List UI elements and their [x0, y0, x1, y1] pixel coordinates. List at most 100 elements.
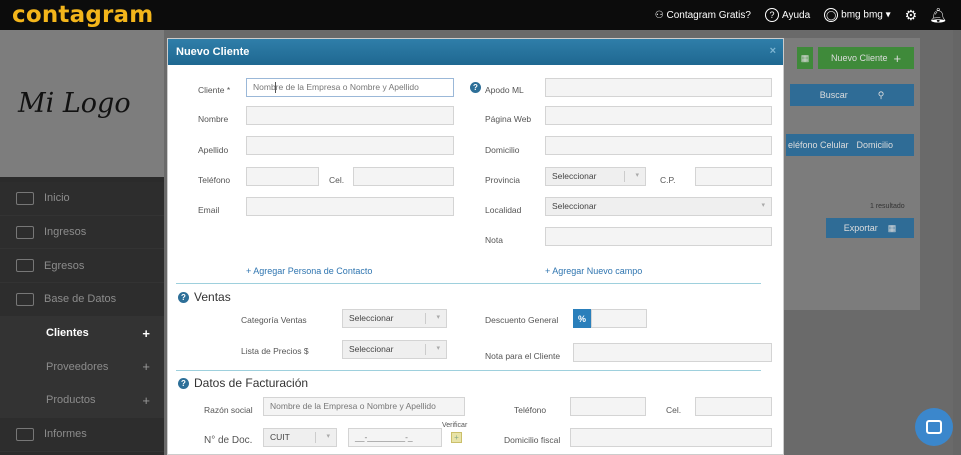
gear-icon[interactable]: ⚙ [905, 7, 918, 24]
add-contact-link[interactable]: + Agregar Persona de Contacto [246, 266, 372, 276]
nav-inicio[interactable]: Inicio [0, 182, 164, 216]
fact-cel-label: Cel. [666, 405, 682, 415]
nota-label: Nota [485, 235, 503, 245]
verificar-label: Verificar [442, 422, 468, 429]
doc-type-select[interactable]: CUIT ▾ [263, 428, 337, 447]
nav-egresos[interactable]: Egresos [0, 249, 164, 284]
domicilio-input[interactable] [545, 136, 772, 155]
bell-icon[interactable]: 🔔︎ [929, 7, 947, 24]
expense-icon [16, 259, 34, 273]
pagina-label: Página Web [485, 114, 532, 124]
pagina-input[interactable] [545, 106, 772, 125]
domicilio-fiscal-label: Domicilio fiscal [504, 435, 561, 445]
nav-productos[interactable]: Productos + [0, 384, 164, 418]
search-icon: ⚲ [877, 89, 885, 100]
cp-label: C.P. [660, 175, 676, 185]
help-icon[interactable]: ? [178, 291, 189, 303]
file-icon: ▦ [887, 222, 897, 233]
localidad-label: Localidad [485, 205, 522, 215]
plus-icon: + [893, 50, 902, 66]
logo-area: Mi Logo [0, 30, 164, 177]
doc-label: N° de Doc. [204, 435, 253, 446]
percent-icon: % [573, 309, 591, 328]
chevron-down-icon: ▾ [761, 202, 765, 209]
new-client-button[interactable]: Nuevo Cliente + [818, 47, 914, 69]
scrollbar[interactable] [953, 30, 961, 455]
background-panel [780, 38, 920, 310]
user-menu[interactable]: ◯ bmg bmg ▾ [824, 8, 891, 22]
apellido-input[interactable] [246, 136, 454, 155]
domicilio-label: Domicilio [485, 145, 520, 155]
home-icon [16, 191, 34, 205]
provincia-select[interactable]: Seleccionar ▾ [545, 167, 646, 186]
cliente-input[interactable]: Nombre de la Empresa o Nombre y Apellido [246, 78, 454, 97]
help-icon[interactable]: ? [470, 82, 481, 93]
top-links: ⚇ Contagram Gratis? ? Ayuda ◯ bmg bmg ▾ ⚙ … [655, 0, 947, 30]
fact-telefono-label: Teléfono [514, 405, 547, 415]
chevron-down-icon: ▾ [436, 314, 440, 321]
divider [176, 283, 761, 284]
email-label: Email [198, 205, 220, 215]
cel-input[interactable] [353, 167, 454, 186]
chart-icon [16, 427, 34, 441]
razon-label: Razón social [204, 405, 253, 415]
nota-cliente-textarea[interactable] [573, 343, 772, 362]
apodo-input[interactable] [545, 78, 772, 97]
modal-header: Nuevo Cliente × [168, 39, 783, 65]
apellido-label: Apellido [198, 145, 229, 155]
chevron-down-icon: ▾ [436, 345, 440, 352]
chat-button[interactable] [915, 408, 953, 446]
nav-clientes[interactable]: Clientes + [0, 316, 164, 351]
telefono-label: Teléfono [198, 175, 231, 185]
verify-icon[interactable]: + [451, 432, 462, 443]
cp-input[interactable] [695, 167, 772, 186]
modal-title: Nuevo Cliente [176, 46, 250, 58]
nota-textarea[interactable] [545, 227, 772, 246]
telefono-input[interactable] [246, 167, 319, 186]
company-logo: Mi Logo [18, 88, 131, 119]
nav-ingresos[interactable]: Ingresos [0, 215, 164, 250]
email-input[interactable] [246, 197, 454, 216]
add-provider-plus-icon[interactable]: + [142, 359, 150, 374]
categoria-label: Categoría Ventas [241, 315, 307, 325]
new-client-modal: Nuevo Cliente × Cliente * Nombre de la E… [167, 38, 784, 455]
add-product-plus-icon[interactable]: + [142, 393, 150, 408]
apodo-label: Apodo ML [485, 85, 524, 95]
descuento-label: Descuento General [485, 315, 559, 325]
fact-telefono-input[interactable] [570, 397, 646, 416]
nota-cliente-label: Nota para el Cliente [485, 351, 561, 361]
table-header: eléfono Celular Domicilio [786, 134, 914, 156]
search-button[interactable]: Buscar ⚲ [790, 84, 914, 106]
help-link[interactable]: ? Ayuda [764, 8, 810, 22]
brand-logo[interactable]: contagram [12, 2, 153, 28]
fact-cel-input[interactable] [695, 397, 772, 416]
results-count: 1 resultado [870, 203, 905, 210]
export-button[interactable]: Exportar ▦ [826, 218, 914, 238]
lista-select[interactable]: Seleccionar ▾ [342, 340, 447, 359]
add-client-plus-icon[interactable]: + [142, 326, 150, 341]
facturacion-section-title: ? Datos de Facturación [178, 376, 308, 390]
descuento-input[interactable] [591, 309, 647, 328]
chevron-down-icon: ▾ [326, 433, 330, 440]
chevron-down-icon: ▾ [635, 172, 639, 179]
nombre-input[interactable] [246, 106, 454, 125]
localidad-select[interactable]: Seleccionar ▾ [545, 197, 772, 216]
domicilio-fiscal-input[interactable] [570, 428, 772, 447]
doc-number-input[interactable]: __-________-_ [348, 428, 442, 447]
nav-base-datos[interactable]: Base de Datos [0, 283, 164, 317]
cel-label: Cel. [329, 175, 345, 185]
help-icon: ? [764, 8, 779, 22]
categoria-select[interactable]: Seleccionar ▾ [342, 309, 447, 328]
nav-informes[interactable]: Informes [0, 417, 164, 452]
nav-proveedores[interactable]: Proveedores + [0, 350, 164, 385]
chat-icon [926, 420, 942, 434]
help-icon[interactable]: ? [178, 377, 189, 389]
add-field-link[interactable]: + Agregar Nuevo campo [545, 266, 642, 276]
nombre-label: Nombre [198, 114, 229, 124]
close-icon[interactable]: × [770, 45, 776, 57]
razon-input[interactable]: Nombre de la Empresa o Nombre y Apellido [263, 397, 465, 416]
excel-button[interactable]: ▦ [797, 47, 813, 69]
lista-label: Lista de Precios $ [241, 346, 309, 356]
text-cursor [275, 82, 276, 93]
promo-link[interactable]: ⚇ Contagram Gratis? [655, 10, 751, 21]
